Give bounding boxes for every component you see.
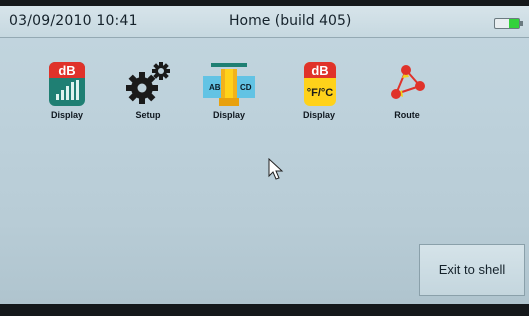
db-temp-top-text: dB: [311, 63, 328, 78]
route-icon: [391, 65, 425, 99]
db-icon-text: dB: [58, 63, 75, 78]
exit-to-shell-button[interactable]: Exit to shell: [419, 244, 525, 296]
app-db-temperature-display[interactable]: dB °F/°C Display: [291, 60, 347, 134]
battery-icon: [494, 18, 523, 29]
window-title: Home (build 405): [229, 13, 352, 29]
app-label: Display: [212, 110, 245, 120]
app-route[interactable]: Route: [379, 60, 435, 134]
ab-cd-valve-icon: AB CD: [203, 63, 255, 106]
datetime: 03/09/2010 10:41: [9, 13, 138, 29]
app-label: Setup: [135, 110, 161, 120]
battery-level: [509, 19, 519, 28]
ab-label-text: AB: [209, 83, 221, 92]
f-c-text: °F/°C: [307, 87, 334, 99]
bottom-bezel: [0, 304, 529, 316]
mouse-pointer-icon: [268, 158, 284, 180]
cd-label-text: CD: [240, 83, 252, 92]
status-bar: 03/09/2010 10:41 Home (build 405): [0, 6, 529, 38]
battery-tip: [520, 21, 523, 26]
db-temperature-icon: dB °F/°C: [304, 62, 336, 106]
screen: 03/09/2010 10:41 Home (build 405) dB Dis…: [0, 0, 529, 316]
app-setup[interactable]: Setup: [120, 60, 176, 134]
db-level-meter-icon: dB: [49, 62, 85, 106]
app-label: Route: [394, 110, 420, 120]
app-db-display[interactable]: dB Display: [39, 60, 95, 134]
app-ab-cd-display[interactable]: AB CD Display: [199, 60, 259, 134]
app-label: Display: [302, 110, 335, 120]
app-label: Display: [50, 110, 83, 120]
gears-icon: [126, 62, 170, 104]
